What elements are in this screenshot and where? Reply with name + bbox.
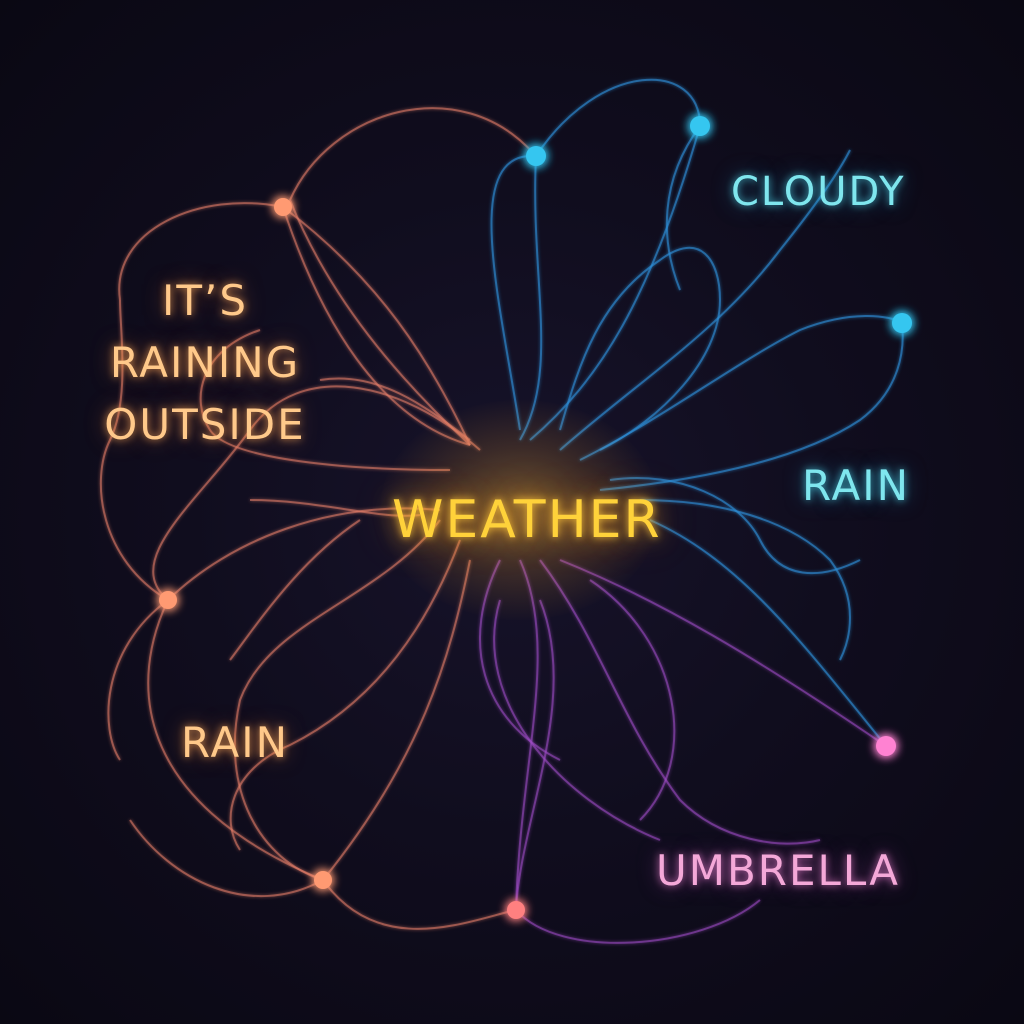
node-dot [876, 736, 896, 756]
node-dot [159, 591, 177, 609]
node-dot [892, 313, 912, 333]
node-dot [507, 901, 525, 919]
central-topic: WEATHER [392, 490, 662, 550]
node-dot [314, 871, 332, 889]
node-dot [690, 116, 710, 136]
topic-rain-left: RAIN [181, 718, 290, 767]
node-dot [526, 146, 546, 166]
topic-umbrella: UMBRELLA [656, 846, 901, 895]
topic-line: RAINING [109, 338, 301, 387]
topic-cloudy: CLOUDY [731, 169, 906, 215]
topic-its-raining-outside: IT’S RAINING OUTSIDE [100, 270, 310, 456]
pink-nodes [876, 736, 896, 756]
node-dot [274, 198, 292, 216]
topic-line: IT’S [161, 276, 249, 325]
topic-rain-right: RAIN [802, 461, 911, 510]
topic-line: OUTSIDE [104, 400, 306, 449]
mind-map-canvas: WEATHER IT’S RAINING OUTSIDE RAIN CLOUDY… [0, 0, 1024, 1024]
